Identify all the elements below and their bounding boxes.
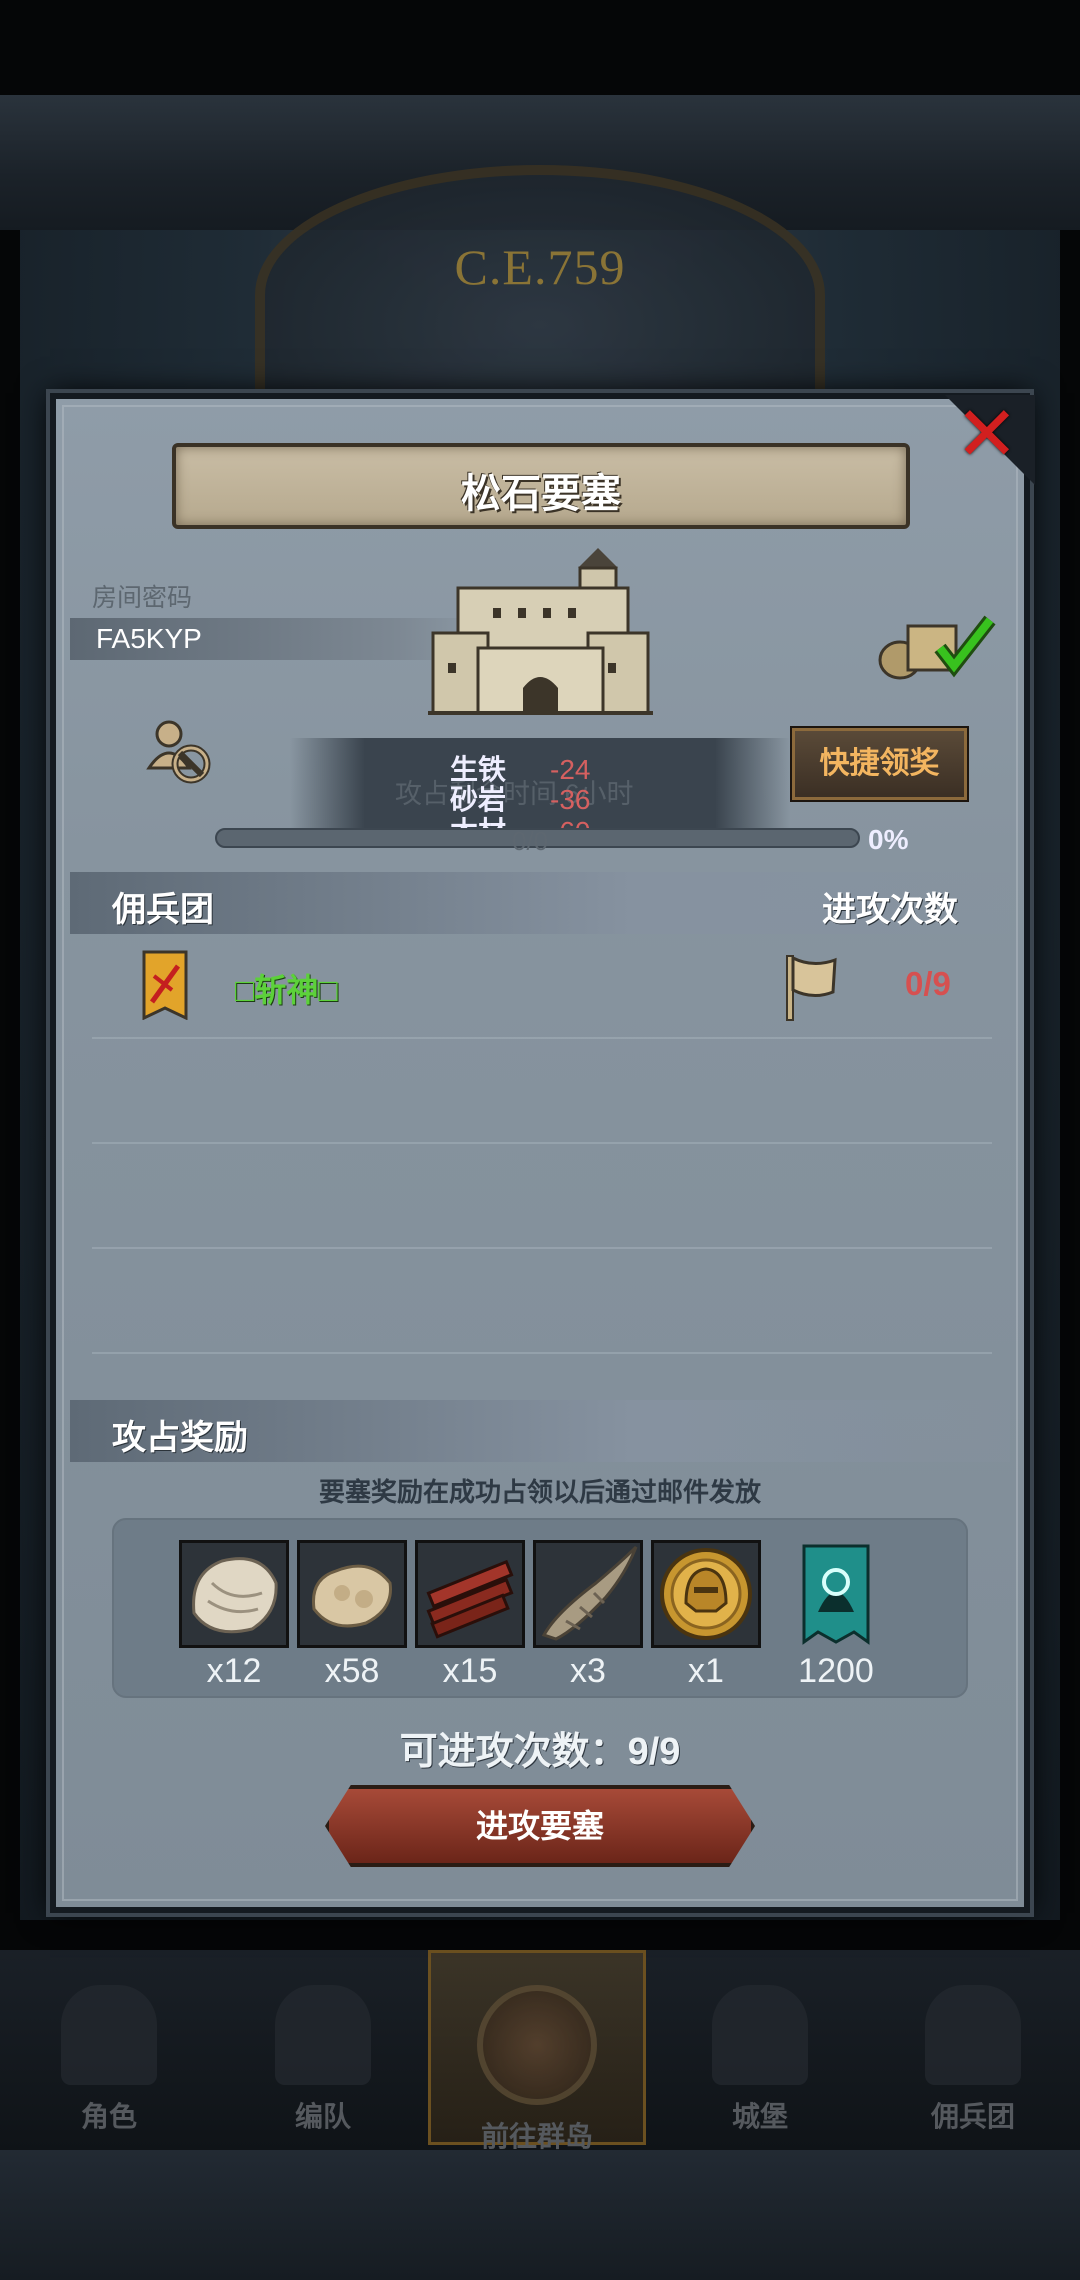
guild-banner-icon[interactable] (800, 1542, 872, 1646)
nav-formation[interactable]: 编队 (248, 1985, 398, 2145)
reward-count: x58 (324, 1652, 380, 1690)
room-code: FA5KYP (96, 623, 202, 654)
nav-islands[interactable]: 前往群岛 (428, 1950, 646, 2152)
row-divider (92, 1142, 992, 1144)
room-code-label: 房间密码 (92, 584, 193, 612)
nav-label: 编队 (294, 2101, 351, 2132)
compass-icon (477, 1985, 597, 2105)
castle-icon (712, 1985, 808, 2085)
reward-fur-pelt[interactable] (179, 1540, 289, 1648)
wool-icon (311, 1564, 392, 1628)
row-divider (92, 1037, 992, 1039)
nav-mercenary[interactable]: 佣兵团 (898, 1985, 1048, 2145)
close-icon[interactable]: ✕ (955, 395, 1025, 475)
wood-planks-icon (426, 1559, 514, 1639)
era-year: C.E.759 (454, 239, 626, 295)
mercenary-tower-icon (925, 1985, 1021, 2085)
row-divider (92, 1247, 992, 1249)
dialog-title: 松石要塞 (461, 472, 621, 516)
nav-character[interactable]: 角色 (34, 1985, 184, 2145)
mercenary-banner-icon (142, 950, 188, 1020)
reward-count: x12 (206, 1652, 262, 1690)
reward-count: 1200 (798, 1652, 874, 1690)
attempts-remaining: 可进攻次数：9/9 (399, 1731, 681, 1773)
loot-collected-icon[interactable] (878, 612, 998, 680)
quick-claim-button[interactable]: 快捷领奖 (792, 728, 967, 800)
nav-castle[interactable]: 城堡 (685, 1985, 835, 2145)
nav-label: 角色 (80, 2101, 137, 2132)
progress-percent: 0% (868, 824, 909, 855)
gold-helmet-coin-icon (660, 1548, 752, 1640)
mercenary-name[interactable]: □斩神□ (235, 965, 338, 1011)
attack-fortress-button[interactable]: 进攻要塞 (325, 1785, 755, 1867)
knight-icon (61, 1985, 157, 2085)
attack-count-header: 进攻次数 (822, 891, 958, 929)
reward-header: 攻占奖励 (112, 1419, 248, 1457)
mercenary-header: 佣兵团 (112, 891, 214, 929)
reward-wood-planks[interactable] (415, 1540, 525, 1648)
reward-count: x1 (688, 1652, 724, 1690)
mercenary-attacks: 0/9 (905, 965, 951, 1002)
reward-count: x15 (442, 1652, 498, 1690)
reward-wool[interactable] (297, 1540, 407, 1648)
helmet-icon (275, 1985, 371, 2085)
bottom-band (0, 2150, 1080, 2280)
fortress-castle-icon (428, 548, 653, 715)
no-party-icon[interactable] (145, 718, 213, 786)
nav-label: 前往群岛 (480, 2121, 593, 2152)
nav-label: 佣兵团 (930, 2101, 1015, 2132)
fur-pelt-icon (192, 1557, 278, 1634)
reward-gold-helmet[interactable] (651, 1540, 761, 1648)
reward-count: x3 (570, 1652, 606, 1690)
reward-horn[interactable] (533, 1540, 643, 1648)
nav-label: 城堡 (731, 2101, 788, 2132)
horn-icon (541, 1545, 638, 1641)
row-divider (92, 1352, 992, 1354)
progress-count: 0/0 (512, 826, 549, 856)
flag-icon (786, 955, 837, 1021)
reward-note: 要塞奖励在成功占领以后通过邮件发放 (318, 1477, 761, 1507)
